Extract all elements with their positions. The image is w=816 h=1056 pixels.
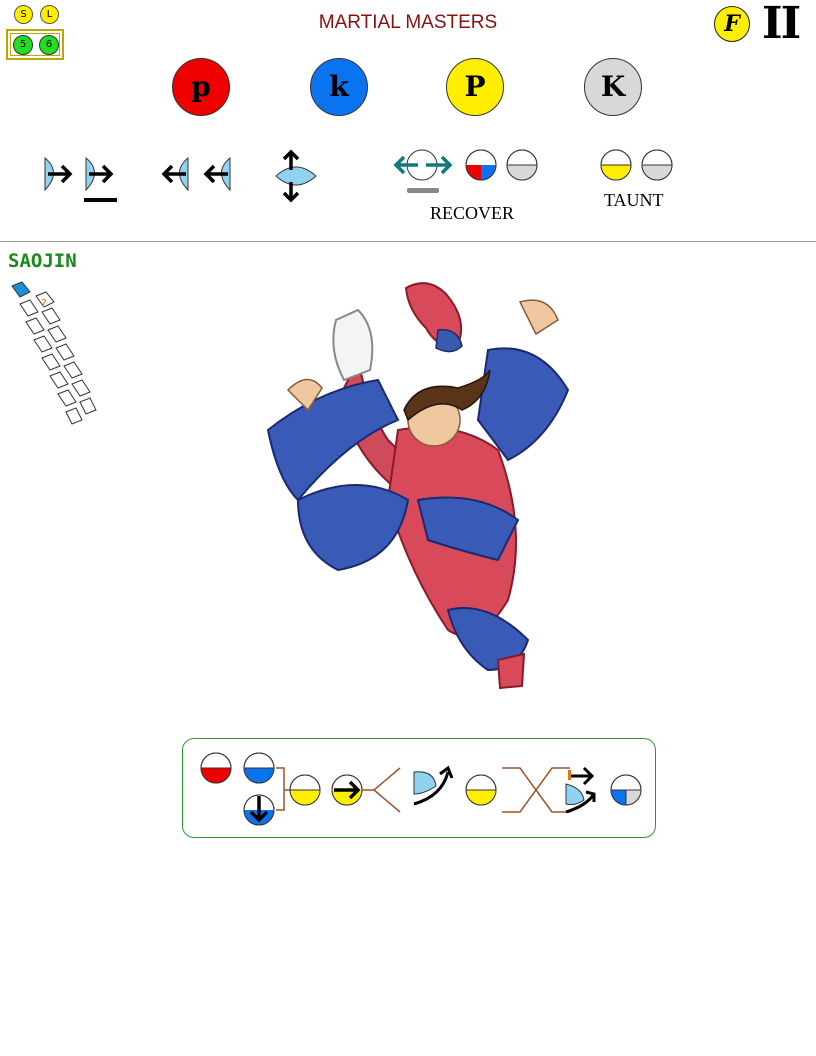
f-badge: F bbox=[714, 6, 750, 42]
recover-label: RECOVER bbox=[430, 203, 515, 223]
air-dash-icon bbox=[565, 766, 596, 814]
question-mark: ? bbox=[41, 297, 47, 310]
cross-link-icon bbox=[502, 767, 570, 813]
character-name: SAOJIN bbox=[8, 250, 77, 272]
backdash-icon bbox=[161, 156, 231, 192]
level-5-badge: 5 bbox=[13, 35, 33, 55]
page-title: MARTIAL MASTERS bbox=[318, 12, 498, 33]
recover-arrows-icon bbox=[393, 149, 538, 193]
k-K-button-icon bbox=[610, 774, 642, 806]
taunt-buttons-icon bbox=[600, 149, 673, 181]
button-k: k bbox=[310, 58, 368, 116]
section-divider bbox=[0, 241, 816, 242]
forward-P-icon bbox=[331, 774, 363, 806]
combo-sequence bbox=[200, 752, 642, 826]
button-K: K bbox=[584, 58, 642, 116]
P-button-icon-2 bbox=[465, 774, 497, 806]
button-p: p bbox=[172, 58, 230, 116]
button-P: P bbox=[446, 58, 504, 116]
game-numeral: II bbox=[762, 0, 801, 49]
P-button-icon bbox=[289, 774, 321, 806]
k-button-icon bbox=[243, 752, 275, 784]
jump-crouch-icon bbox=[275, 149, 317, 203]
dash-forward-icon bbox=[44, 156, 117, 202]
launcher-icon bbox=[413, 765, 454, 806]
level-6-badge: 6 bbox=[39, 35, 59, 55]
character-illustration bbox=[266, 282, 570, 690]
taunt-label: TAUNT bbox=[604, 190, 664, 210]
crouch-k-icon bbox=[243, 794, 275, 826]
p-button-icon bbox=[200, 752, 232, 784]
move-chain-icon: ? bbox=[11, 281, 97, 425]
